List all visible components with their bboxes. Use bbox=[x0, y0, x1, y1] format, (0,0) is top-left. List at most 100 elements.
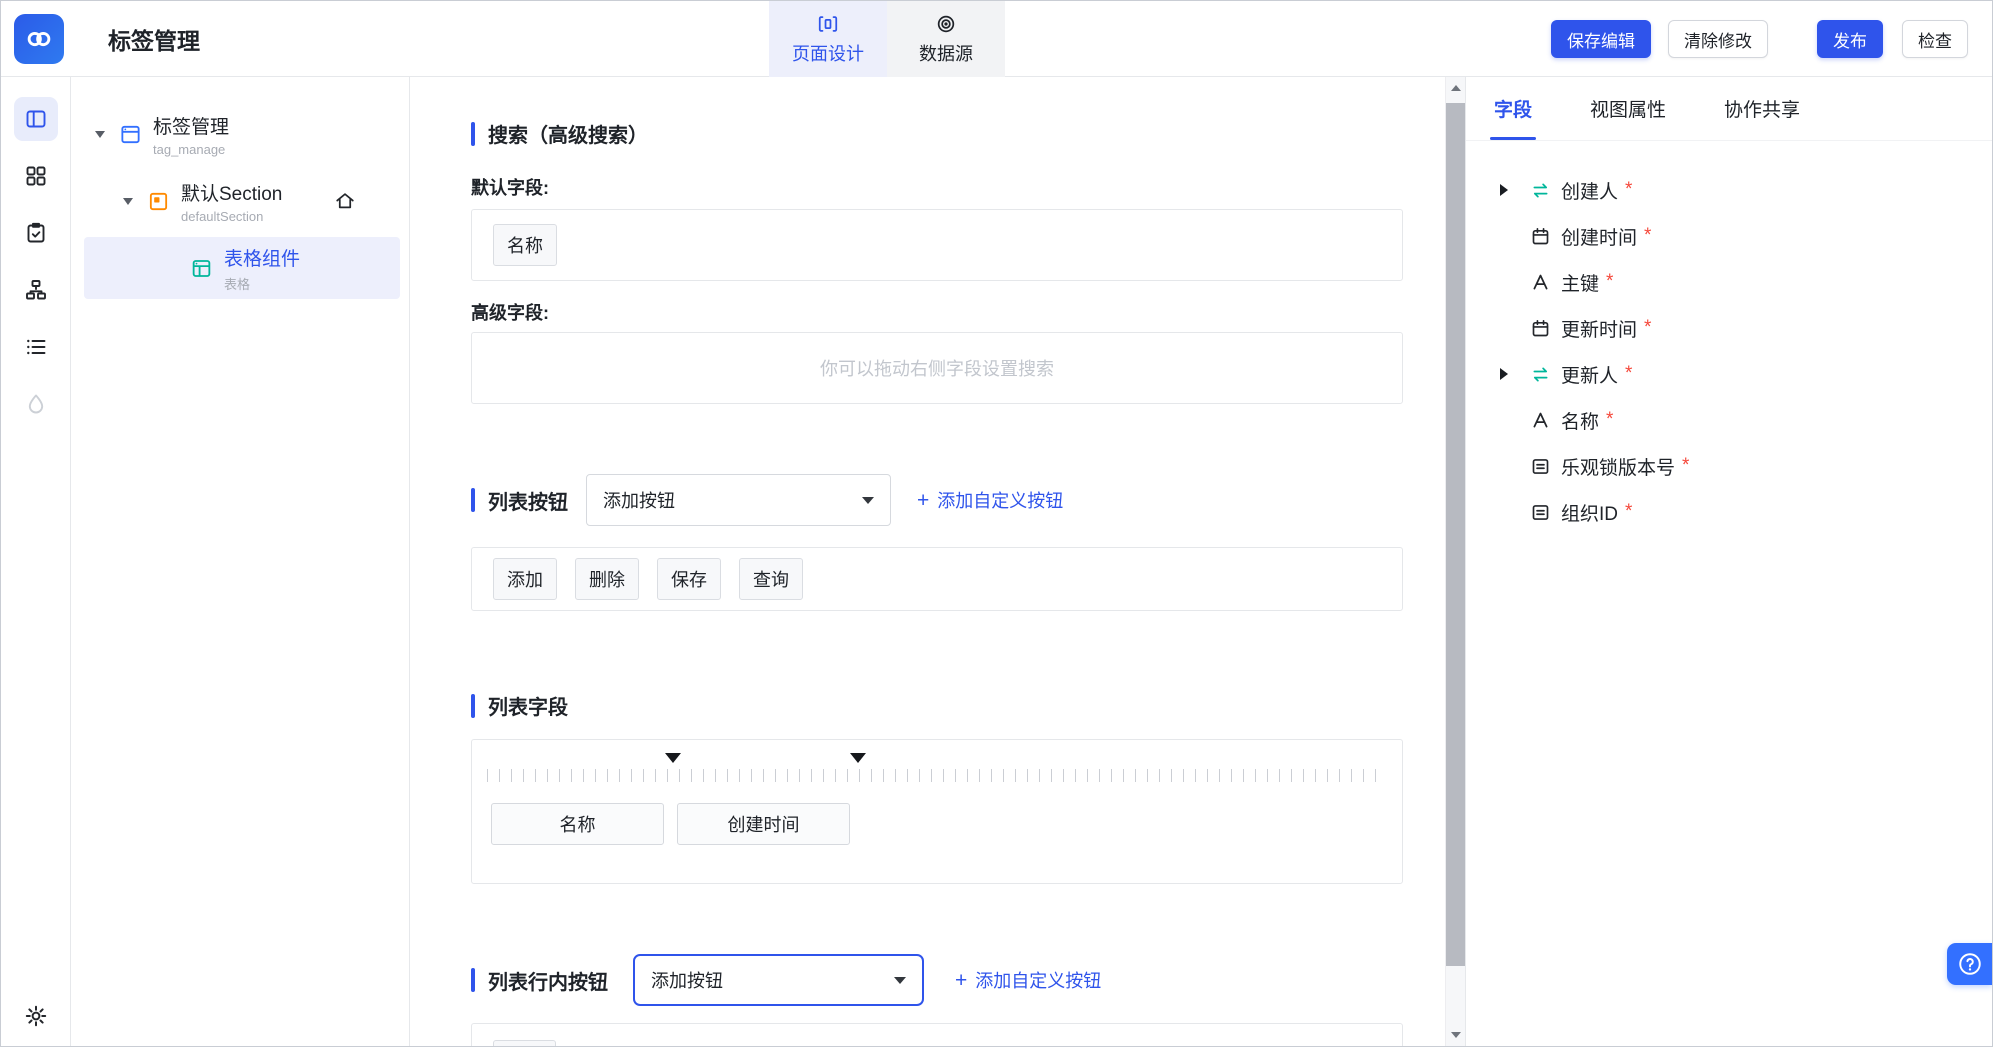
clipboard-check-icon bbox=[24, 221, 48, 245]
field-row[interactable]: 创建人 * bbox=[1466, 167, 1992, 213]
datetime-icon bbox=[1530, 318, 1561, 339]
extension-icon bbox=[24, 392, 48, 416]
section-search-header: 搜索（高级搜索） bbox=[471, 119, 1403, 148]
page-title: 标签管理 bbox=[108, 27, 200, 54]
inline-buttons-dropdown[interactable]: 添加按钮 bbox=[633, 954, 924, 1006]
list-buttons-header: 列表按钮 bbox=[471, 486, 568, 515]
required-marker: * bbox=[1644, 317, 1652, 338]
tree-item-title: 默认Section bbox=[181, 183, 283, 205]
section-icon bbox=[147, 190, 170, 213]
column-width-ruler bbox=[487, 769, 1386, 782]
button-chip[interactable]: 添加 bbox=[493, 558, 557, 600]
check-button[interactable]: 检查 bbox=[1902, 20, 1968, 58]
app-logo[interactable] bbox=[14, 14, 64, 64]
default-fields-label: 默认字段: bbox=[471, 178, 549, 198]
required-marker: * bbox=[1606, 409, 1614, 430]
add-custom-button-label: 添加自定义按钮 bbox=[937, 491, 1064, 511]
tab-view-properties[interactable]: 视图属性 bbox=[1590, 77, 1666, 140]
tree-expand-icon[interactable] bbox=[123, 197, 133, 205]
dropdown-value: 添加按钮 bbox=[651, 971, 723, 991]
rail-list-button[interactable] bbox=[14, 325, 58, 369]
page-design-icon bbox=[817, 13, 839, 35]
tab-data-source-label: 数据源 bbox=[919, 43, 973, 64]
text-icon bbox=[1530, 272, 1561, 293]
tab-fields[interactable]: 字段 bbox=[1489, 77, 1537, 140]
header: 标签管理 页面设计 数据源 保存编辑 清除修改 发布 检查 bbox=[1, 1, 1992, 77]
plus-icon: + bbox=[917, 488, 930, 512]
tree-item-page[interactable]: 标签管理 tag_manage bbox=[71, 103, 409, 165]
field-label: 名称 bbox=[1561, 411, 1600, 433]
rail-workflow-button[interactable] bbox=[14, 268, 58, 312]
field-row[interactable]: 创建时间 * bbox=[1466, 213, 1992, 259]
advanced-fields-dropzone[interactable]: 你可以拖动右侧字段设置搜索 bbox=[471, 332, 1403, 404]
default-fields-dropzone[interactable]: 名称 bbox=[471, 209, 1403, 281]
rail-tasks-button[interactable] bbox=[14, 211, 58, 255]
expand-icon[interactable] bbox=[1500, 368, 1508, 380]
add-custom-button-link[interactable]: + 添加自定义按钮 bbox=[955, 967, 1101, 993]
field-row[interactable]: 更新时间 * bbox=[1466, 305, 1992, 351]
column-divider-handle[interactable] bbox=[665, 753, 681, 763]
field-row[interactable]: 名称 * bbox=[1466, 397, 1992, 443]
canvas-scrollbar[interactable] bbox=[1445, 77, 1465, 1046]
field-row[interactable]: 组织ID * bbox=[1466, 489, 1992, 535]
clear-changes-button[interactable]: 清除修改 bbox=[1668, 20, 1768, 58]
tab-data-source[interactable]: 数据源 bbox=[887, 1, 1005, 77]
field-chip[interactable]: 名称 bbox=[493, 224, 557, 266]
layout-panel-icon bbox=[24, 107, 48, 131]
required-marker: * bbox=[1625, 179, 1633, 200]
publish-button[interactable]: 发布 bbox=[1817, 20, 1883, 58]
list-fields-dropzone[interactable]: 名称 创建时间 bbox=[471, 739, 1403, 884]
tab-page-design[interactable]: 页面设计 bbox=[769, 1, 887, 77]
number-icon bbox=[1530, 456, 1561, 477]
tree-item-title: 表格组件 bbox=[224, 248, 301, 270]
tree-item-section[interactable]: 默认Section defaultSection bbox=[71, 170, 409, 232]
scrollbar-thumb[interactable] bbox=[1446, 103, 1465, 966]
field-row[interactable]: 乐观锁版本号 * bbox=[1466, 443, 1992, 489]
column-divider-handle[interactable] bbox=[850, 753, 866, 763]
accent-bar bbox=[471, 488, 475, 512]
expand-icon[interactable] bbox=[1500, 184, 1508, 196]
button-chip[interactable]: 删除 bbox=[575, 558, 639, 600]
rail-extension-button[interactable] bbox=[14, 382, 58, 426]
add-custom-button-link[interactable]: + 添加自定义按钮 bbox=[917, 487, 1063, 513]
tab-page-design-label: 页面设计 bbox=[792, 43, 864, 64]
component-tree: 标签管理 tag_manage 默认Section defaultSection bbox=[71, 77, 410, 1046]
body: 标签管理 tag_manage 默认Section defaultSection bbox=[1, 77, 1992, 1046]
save-edit-button[interactable]: 保存编辑 bbox=[1551, 20, 1651, 58]
inline-buttons-row: 列表行内按钮 添加按钮 + 添加自定义按钮 bbox=[471, 954, 1403, 1006]
rail-settings-button[interactable] bbox=[14, 994, 58, 1038]
tree-expand-icon[interactable] bbox=[95, 130, 105, 138]
button-chip[interactable]: 查询 bbox=[739, 558, 803, 600]
tab-collaboration[interactable]: 协作共享 bbox=[1724, 77, 1800, 140]
scroll-down-button[interactable] bbox=[1446, 1024, 1465, 1046]
relation-icon bbox=[1530, 180, 1561, 201]
inline-buttons-header: 列表行内按钮 bbox=[471, 966, 608, 995]
tree-item-subtitle: tag_manage bbox=[153, 141, 226, 157]
list-field-chip[interactable]: 名称 bbox=[491, 803, 664, 845]
help-button[interactable] bbox=[1947, 943, 1992, 985]
field-row[interactable]: 主键 * bbox=[1466, 259, 1992, 305]
section-title: 列表字段 bbox=[488, 697, 568, 719]
field-row[interactable]: 更新人 * bbox=[1466, 351, 1992, 397]
number-icon bbox=[1530, 502, 1561, 523]
inline-buttons-dropzone[interactable] bbox=[471, 1023, 1403, 1046]
field-label: 创建人 bbox=[1561, 181, 1619, 203]
home-icon[interactable] bbox=[334, 190, 356, 212]
list-field-chip[interactable]: 创建时间 bbox=[677, 803, 850, 845]
rail-components-button[interactable] bbox=[14, 154, 58, 198]
list-buttons-dropzone[interactable]: 添加 删除 保存 查询 bbox=[471, 547, 1403, 611]
button-chip[interactable] bbox=[493, 1040, 556, 1046]
button-chip[interactable]: 保存 bbox=[657, 558, 721, 600]
dropdown-value: 添加按钮 bbox=[603, 491, 675, 511]
add-custom-button-label: 添加自定义按钮 bbox=[975, 971, 1102, 991]
accent-bar bbox=[471, 121, 475, 146]
tree-item-table-component[interactable]: 表格组件 表格 bbox=[84, 237, 400, 299]
data-source-icon bbox=[935, 13, 957, 35]
required-marker: * bbox=[1625, 501, 1633, 522]
list-buttons-dropdown[interactable]: 添加按钮 bbox=[586, 474, 891, 526]
scroll-up-button[interactable] bbox=[1446, 77, 1465, 99]
tree-item-title: 标签管理 bbox=[153, 116, 230, 138]
tree-item-subtitle: defaultSection bbox=[181, 208, 264, 224]
list-buttons-row: 列表按钮 添加按钮 + 添加自定义按钮 bbox=[471, 474, 1403, 526]
rail-page-builder-button[interactable] bbox=[13, 97, 58, 141]
